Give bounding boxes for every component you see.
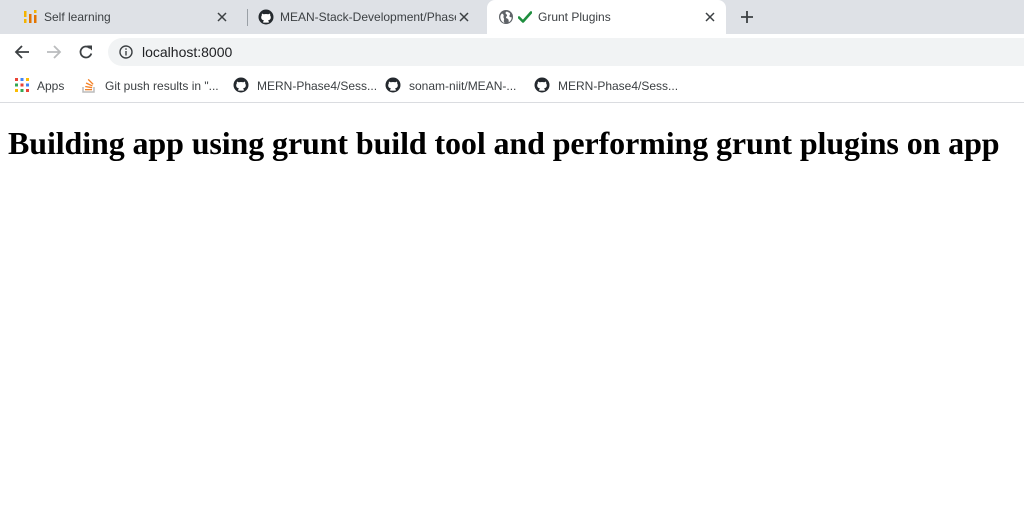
page-heading: Building app using grunt build tool and …	[8, 125, 1000, 161]
bookmark-label: sonam-niit/MEAN-...	[409, 79, 517, 93]
url-text: localhost:8000	[142, 44, 233, 60]
tab-title: Grunt Plugins	[538, 10, 611, 24]
bookmarks-bar: Apps Git push results in "... MERN-Phase…	[0, 70, 1024, 103]
bookmark-label: Apps	[37, 79, 65, 93]
github-icon	[385, 77, 401, 96]
close-icon[interactable]	[456, 9, 472, 25]
address-bar[interactable]: localhost:8000	[108, 38, 1024, 66]
arrow-right-icon	[47, 45, 62, 59]
tab-strip: Self learning MEAN-Stack-Development/Pha…	[0, 0, 1024, 34]
info-icon[interactable]	[118, 44, 134, 60]
stackoverflow-icon	[81, 77, 97, 96]
apps-grid-icon	[15, 77, 29, 95]
tab-title: Self learning	[44, 10, 111, 24]
arrow-left-icon	[14, 45, 29, 59]
bookmark-mern-phase4-2[interactable]: MERN-Phase4/Sess...	[534, 76, 678, 96]
bar-chart-icon	[22, 9, 38, 25]
bookmark-label: MERN-Phase4/Sess...	[558, 79, 679, 93]
github-icon	[233, 77, 249, 96]
forward-button[interactable]	[43, 41, 65, 63]
tab-mean-stack[interactable]: MEAN-Stack-Development/Phase	[248, 0, 486, 34]
github-icon	[258, 9, 274, 25]
close-icon[interactable]	[702, 9, 718, 25]
back-button[interactable]	[11, 41, 33, 63]
bookmark-git-push[interactable]: Git push results in "...	[81, 76, 219, 96]
browser-window: Self learning MEAN-Stack-Development/Pha…	[0, 0, 1024, 519]
reload-button[interactable]	[75, 41, 97, 63]
bookmark-label: Git push results in "...	[105, 79, 219, 93]
globe-icon	[498, 9, 514, 25]
new-tab-button[interactable]	[736, 6, 758, 28]
github-icon	[534, 77, 550, 96]
bookmark-label: MERN-Phase4/Sess...	[257, 79, 378, 93]
reload-icon	[79, 45, 93, 59]
tab-self-learning[interactable]: Self learning	[0, 0, 246, 34]
checkmark-icon	[518, 10, 532, 24]
bookmark-sonam-niit[interactable]: sonam-niit/MEAN-...	[385, 76, 516, 96]
bookmark-mern-phase4-1[interactable]: MERN-Phase4/Sess...	[233, 76, 377, 96]
toolbar: localhost:8000	[0, 34, 1024, 70]
tab-title: MEAN-Stack-Development/Phase	[280, 10, 456, 24]
plus-icon	[741, 11, 753, 23]
tab-grunt-plugins[interactable]: Grunt Plugins	[487, 0, 726, 34]
page-content: Building app using grunt build tool and …	[0, 103, 1024, 519]
bookmark-apps[interactable]: Apps	[15, 76, 64, 96]
close-icon[interactable]	[214, 9, 230, 25]
